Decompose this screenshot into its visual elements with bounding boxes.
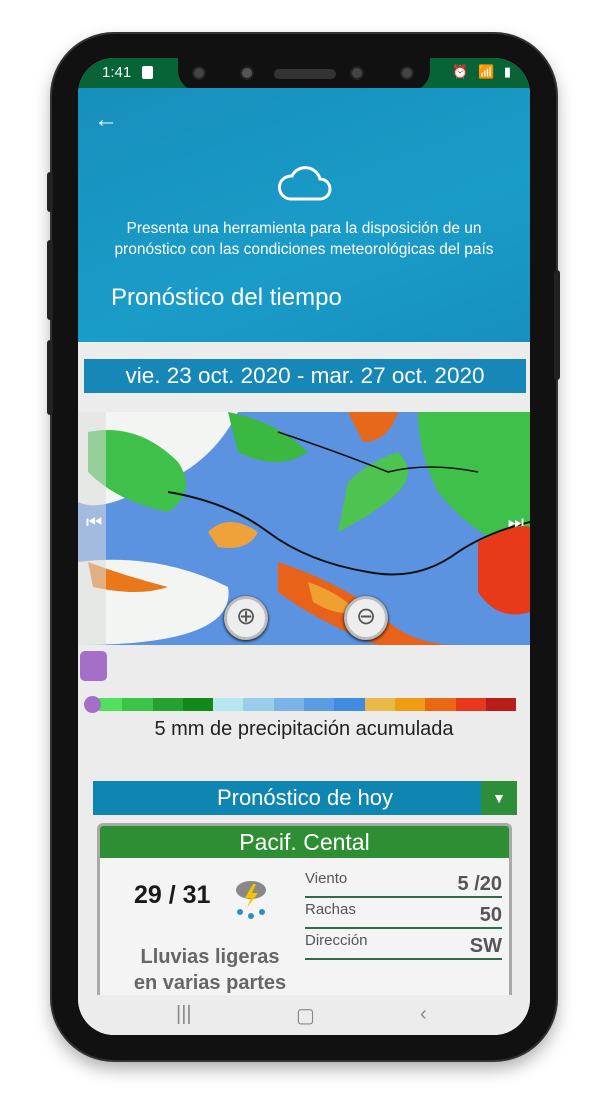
screen: 1:41 ⏰ 📶 ▮ ← Presenta una herramienta pa… — [78, 58, 530, 1035]
color-scale-segment[interactable] — [152, 698, 183, 711]
android-nav-bar: ||| ▢ ‹ — [78, 995, 530, 1035]
previous-frame-icon[interactable]: ⏮ — [86, 512, 102, 533]
forecast-section-title: Pronóstico de hoy — [216, 785, 394, 810]
sensor-icon — [400, 66, 414, 80]
date-range: vie. 23 oct. 2020 - mar. 27 oct. 2020 — [84, 359, 526, 393]
color-scale-segment[interactable] — [273, 698, 305, 711]
color-scale-segment[interactable] — [455, 698, 486, 711]
volume-button — [47, 240, 53, 320]
page-title: Pronóstico del tiempo — [111, 284, 342, 311]
precipitation-map[interactable]: ⏮ ⏭ ⊕ ⊖ — [78, 412, 530, 645]
color-scale-segment[interactable] — [182, 698, 214, 711]
region-name: Pacif. Cental — [100, 826, 509, 858]
row-value: 50 — [479, 904, 502, 926]
map-image — [78, 412, 530, 645]
gusts-row: Rachas 50 — [305, 899, 502, 929]
condition-line: en varias partes — [133, 972, 287, 994]
next-frame-icon[interactable]: ⏭ — [508, 512, 524, 533]
sensor-icon — [240, 66, 254, 80]
back-arrow-icon[interactable]: ← — [94, 106, 118, 134]
cloud-icon — [277, 166, 332, 201]
temperature: 29 / 31 — [134, 881, 211, 909]
row-label: Rachas — [305, 901, 356, 918]
thunderstorm-icon — [236, 881, 266, 919]
color-scale-segment[interactable] — [485, 698, 517, 711]
condition-line: Lluvias ligeras — [140, 946, 280, 968]
camera-icon — [192, 66, 206, 80]
direction-row: Dirección SW — [305, 930, 502, 960]
condition-text: Lluvias ligeras en varias partes — [110, 944, 310, 996]
description-line: pronóstico con las condiciones meteoroló… — [114, 241, 494, 258]
color-scale-segment[interactable] — [304, 698, 335, 711]
status-icons: ⏰ 📶 ▮ — [452, 64, 514, 79]
color-scale-segment[interactable] — [425, 698, 456, 711]
slider-value-marker — [80, 651, 107, 681]
precipitation-slider-thumb[interactable] — [84, 696, 101, 713]
precipitation-legend: 5 mm de precipitación acumulada — [154, 718, 454, 740]
camera-icon — [350, 66, 364, 80]
color-scale-segment[interactable] — [243, 698, 274, 711]
dropdown-arrow-icon[interactable]: ▼ — [481, 781, 517, 815]
zoom-out-button[interactable]: ⊖ — [344, 596, 388, 640]
status-time: 1:41 — [102, 64, 132, 81]
description-line: Presenta una herramienta para la disposi… — [126, 220, 482, 237]
back-nav-icon[interactable]: ‹ — [420, 1003, 427, 1026]
row-value: SW — [469, 935, 502, 957]
side-button — [47, 340, 53, 415]
home-icon[interactable]: ▢ — [296, 1003, 315, 1028]
power-button — [554, 270, 560, 380]
header: ← Presenta una herramienta para la dispo… — [78, 88, 530, 342]
notification-icon — [142, 66, 153, 79]
color-scale-segment[interactable] — [394, 698, 426, 711]
notch — [178, 58, 430, 92]
zoom-in-button[interactable]: ⊕ — [224, 596, 268, 640]
precipitation-color-scale[interactable] — [92, 698, 517, 711]
speaker — [274, 69, 336, 79]
wind-row: Viento 5 /20 — [305, 868, 502, 898]
color-scale-segment[interactable] — [334, 698, 365, 711]
row-label: Viento — [305, 870, 348, 887]
recent-apps-icon[interactable]: ||| — [176, 1003, 192, 1026]
color-scale-segment[interactable] — [122, 698, 153, 711]
header-description: Presenta una herramienta para la disposi… — [78, 218, 530, 260]
row-label: Dirección — [305, 932, 368, 949]
row-value: 5 /20 — [457, 873, 502, 895]
volume-button — [47, 172, 53, 212]
color-scale-segment[interactable] — [364, 698, 395, 711]
forecast-section-header[interactable]: Pronóstico de hoy ▼ — [93, 781, 517, 815]
color-scale-segment[interactable] — [213, 698, 244, 711]
